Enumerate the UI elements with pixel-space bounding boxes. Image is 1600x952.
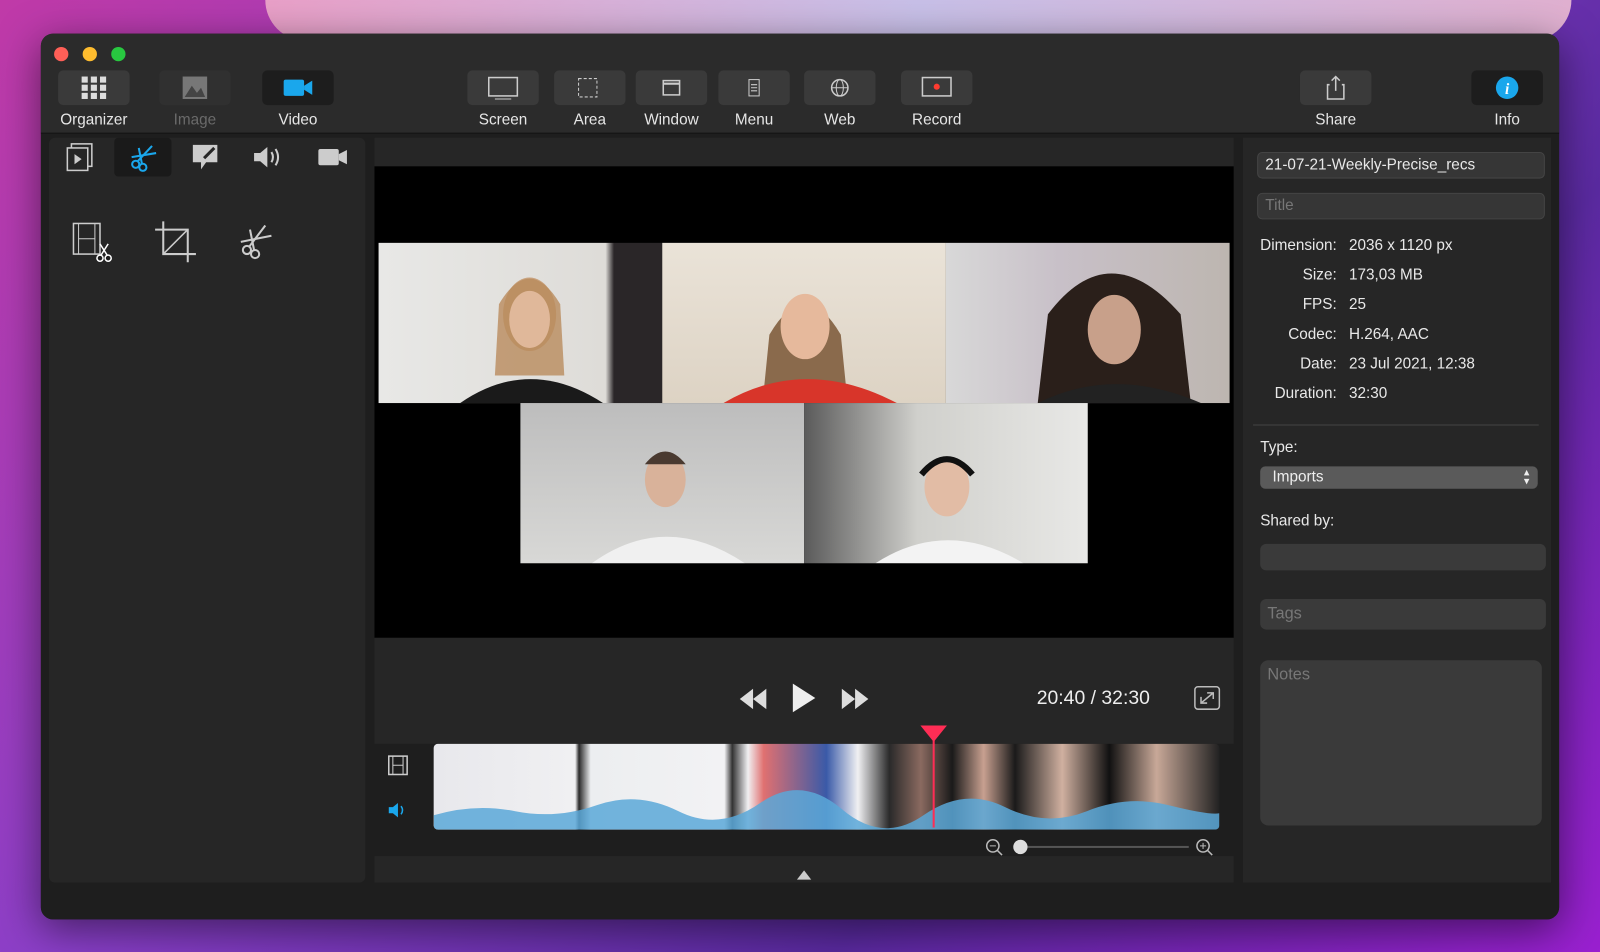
status-bar [40, 882, 1560, 920]
video-button[interactable]: Video [261, 70, 334, 129]
grid-icon [81, 76, 107, 99]
film-scissors-icon [72, 222, 112, 262]
tab-camera[interactable] [304, 138, 361, 177]
title-field[interactable]: Title [1257, 192, 1545, 220]
notes-field[interactable]: Notes [1260, 660, 1542, 826]
detail-value: 23 Jul 2021, 12:38 [1348, 355, 1475, 373]
web-capture-button[interactable]: Web [803, 70, 876, 129]
expand-panel-button[interactable] [795, 868, 813, 880]
share-icon [1326, 75, 1345, 100]
detail-row: Dimension: 2036 x 1120 px [1243, 237, 1549, 257]
detail-key: Dimension: [1260, 236, 1337, 255]
detail-key: Size: [1302, 266, 1337, 284]
image-button[interactable]: Image [158, 70, 231, 129]
fast-forward-button[interactable] [840, 686, 871, 713]
participant-video [662, 242, 946, 404]
zoom-slider[interactable] [1013, 839, 1189, 855]
zoom-out-icon[interactable] [985, 838, 1003, 856]
edit-sidebar [48, 137, 366, 883]
menu-capture-button[interactable]: Menu [717, 70, 790, 129]
detail-value: 173,03 MB [1348, 266, 1423, 284]
screen-icon [488, 76, 519, 100]
window-icon [662, 79, 681, 96]
detail-row: Date: 23 Jul 2021, 12:38 [1243, 355, 1549, 375]
organizer-button[interactable]: Organizer [57, 70, 130, 129]
detail-row: Size: 173,03 MB [1243, 266, 1549, 286]
trim-clip-tool[interactable] [63, 217, 120, 266]
detail-row: Codec: H.264, AAC [1243, 326, 1549, 346]
zoom-button[interactable] [111, 46, 126, 62]
camera-icon [318, 148, 347, 166]
zoom-in-icon[interactable] [1195, 838, 1213, 856]
scissors-icon [240, 224, 272, 260]
tab-audio[interactable] [239, 138, 296, 177]
detail-key: FPS: [1302, 295, 1337, 314]
tab-annotate[interactable] [178, 138, 235, 177]
zoom-slider-thumb[interactable] [1013, 839, 1028, 855]
globe-icon [830, 78, 849, 97]
type-select[interactable]: Imports ▴ ▾ [1260, 466, 1538, 489]
detail-row: Duration: 32:30 [1243, 385, 1549, 405]
participant-video [378, 242, 663, 404]
cut-tool[interactable] [229, 217, 286, 266]
image-icon [182, 76, 208, 99]
crop-icon [155, 221, 196, 263]
divider [1253, 424, 1539, 426]
crop-tool[interactable] [147, 217, 204, 266]
detail-key: Date: [1300, 355, 1337, 373]
tab-preview[interactable] [51, 138, 108, 177]
detail-row: FPS: 25 [1243, 296, 1549, 316]
playhead[interactable] [920, 725, 947, 828]
record-button[interactable]: Record [900, 70, 973, 129]
time-display: 20:40 / 32:30 [1036, 687, 1150, 710]
info-icon: i [1495, 76, 1519, 99]
area-icon [578, 78, 598, 98]
audio-track-icon[interactable] [387, 799, 409, 821]
area-capture-button[interactable]: Area [553, 70, 626, 129]
record-icon [921, 76, 952, 97]
timeline [374, 725, 1234, 857]
toolbar: Organizer Image Video Screen Area Window… [40, 33, 1560, 134]
detail-value: H.264, AAC [1348, 325, 1429, 343]
player-controls: 20:40 / 32:30 [374, 668, 1234, 730]
editor-area: 20:40 / 32:30 [374, 137, 1234, 883]
participant-video [804, 403, 1088, 564]
detail-key: Codec: [1288, 325, 1337, 343]
timeline-filmstrip[interactable] [433, 743, 1220, 830]
shared-by-label: Shared by: [1260, 512, 1335, 530]
annotation-icon [192, 144, 218, 170]
detail-value: 32:30 [1348, 384, 1388, 403]
type-value: Imports [1272, 468, 1324, 486]
minimize-button[interactable] [82, 46, 97, 62]
svg-text:i: i [1505, 81, 1510, 98]
info-button[interactable]: i Info [1470, 70, 1543, 129]
filename-field[interactable]: 21-07-21-Weekly-Precise_recs [1257, 152, 1545, 179]
shared-by-field[interactable] [1260, 543, 1546, 571]
detail-value: 2036 x 1120 px [1348, 236, 1453, 255]
window-capture-button[interactable]: Window [635, 70, 708, 129]
detail-key: Duration: [1274, 384, 1337, 403]
rewind-button[interactable] [738, 686, 769, 713]
participant-video [945, 242, 1230, 404]
play-button[interactable] [789, 682, 818, 715]
film-track-icon[interactable] [387, 754, 409, 776]
fullscreen-button[interactable] [1194, 685, 1221, 710]
type-label: Type: [1260, 438, 1298, 457]
menu-icon [748, 79, 760, 97]
info-panel: 21-07-21-Weekly-Precise_recs Title Dimen… [1242, 137, 1552, 883]
close-button[interactable] [54, 46, 69, 62]
scissors-icon [131, 145, 157, 172]
detail-value: 25 [1348, 295, 1366, 314]
tab-trim[interactable] [114, 137, 172, 177]
participant-video [520, 403, 805, 564]
share-button[interactable]: Share [1299, 70, 1372, 129]
app-window: Organizer Image Video Screen Area Window… [40, 33, 1560, 920]
clips-icon [66, 143, 93, 172]
speaker-icon [254, 146, 280, 168]
video-preview[interactable] [374, 166, 1234, 638]
tags-field[interactable]: Tags [1260, 598, 1546, 630]
video-camera-icon [283, 79, 313, 96]
chevron-updown-icon: ▴ ▾ [1523, 466, 1530, 488]
screen-capture-button[interactable]: Screen [466, 70, 539, 129]
